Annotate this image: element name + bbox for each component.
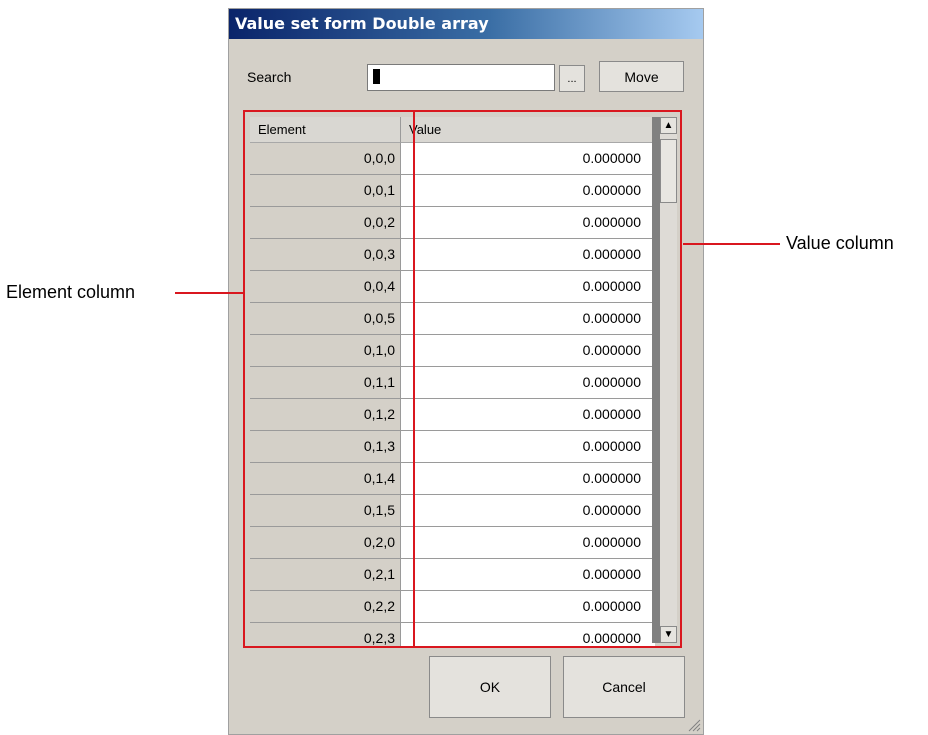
element-column-leader-line	[175, 292, 245, 294]
element-cell: 0,0,2	[250, 207, 400, 239]
table-row[interactable]: 0,2,3 0.000000	[250, 623, 655, 646]
element-cell: 0,2,1	[250, 559, 400, 591]
element-column-highlight	[413, 112, 415, 646]
vertical-scrollbar[interactable]: ▲ ▼	[652, 117, 677, 643]
table-row[interactable]: 0,2,0 0.000000	[250, 527, 655, 559]
value-column-callout: Value column	[786, 233, 894, 253]
search-label: Search	[247, 69, 292, 85]
ok-button[interactable]: OK	[429, 656, 551, 718]
move-button[interactable]: Move	[599, 61, 684, 92]
scroll-up-arrow-icon[interactable]: ▲	[660, 117, 677, 134]
element-cell: 0,1,4	[250, 463, 400, 495]
table-row[interactable]: 0,1,2 0.000000	[250, 399, 655, 431]
value-cell[interactable]: 0.000000	[400, 175, 655, 207]
resize-grip-icon[interactable]	[687, 718, 701, 732]
cancel-button[interactable]: Cancel	[563, 656, 685, 718]
value-cell[interactable]: 0.000000	[400, 207, 655, 239]
table-row[interactable]: 0,0,4 0.000000	[250, 271, 655, 303]
value-cell[interactable]: 0.000000	[400, 335, 655, 367]
value-grid: Element Value 0,0,0 0.000000 0,0,1 0.000000…	[243, 110, 682, 648]
element-cell: 0,1,2	[250, 399, 400, 431]
value-cell[interactable]: 0.000000	[400, 303, 655, 335]
value-cell[interactable]: 0.000000	[400, 399, 655, 431]
value-cell[interactable]: 0.000000	[400, 495, 655, 527]
browse-button[interactable]: ...	[559, 65, 585, 92]
table-row[interactable]: 0,1,3 0.000000	[250, 431, 655, 463]
element-cell: 0,1,0	[250, 335, 400, 367]
element-column-header[interactable]: Element	[250, 117, 400, 143]
table-row[interactable]: 0,0,5 0.000000	[250, 303, 655, 335]
table-row[interactable]: 0,0,1 0.000000	[250, 175, 655, 207]
scrollbar-thumb[interactable]	[660, 139, 677, 203]
table-row[interactable]: 0,0,0 0.000000	[250, 143, 655, 175]
table-row[interactable]: 0,1,4 0.000000	[250, 463, 655, 495]
value-cell[interactable]: 0.000000	[400, 431, 655, 463]
value-cell[interactable]: 0.000000	[400, 527, 655, 559]
table-row[interactable]: 0,0,3 0.000000	[250, 239, 655, 271]
element-cell: 0,0,5	[250, 303, 400, 335]
value-column-header[interactable]: Value	[400, 117, 655, 143]
value-cell[interactable]: 0.000000	[400, 271, 655, 303]
value-set-dialog: Value set form Double array Search ... M…	[228, 8, 704, 735]
element-cell: 0,0,1	[250, 175, 400, 207]
value-cell[interactable]: 0.000000	[400, 463, 655, 495]
element-cell: 0,2,3	[250, 623, 400, 646]
element-cell: 0,0,0	[250, 143, 400, 175]
dialog-title: Value set form Double array	[235, 14, 489, 33]
table-row[interactable]: 0,2,2 0.000000	[250, 591, 655, 623]
element-column-callout: Element column	[6, 282, 136, 302]
value-column-leader-line	[683, 243, 780, 245]
value-cell[interactable]: 0.000000	[400, 239, 655, 271]
value-cell[interactable]: 0.000000	[400, 559, 655, 591]
value-cell[interactable]: 0.000000	[400, 367, 655, 399]
element-cell: 0,2,2	[250, 591, 400, 623]
table-row[interactable]: 0,2,1 0.000000	[250, 559, 655, 591]
value-cell[interactable]: 0.000000	[400, 591, 655, 623]
element-cell: 0,1,3	[250, 431, 400, 463]
value-cell[interactable]: 0.000000	[400, 143, 655, 175]
value-cell[interactable]: 0.000000	[400, 623, 655, 646]
element-cell: 0,1,5	[250, 495, 400, 527]
table-row[interactable]: 0,1,0 0.000000	[250, 335, 655, 367]
text-caret	[373, 69, 380, 84]
table-row[interactable]: 0,0,2 0.000000	[250, 207, 655, 239]
element-cell: 0,0,4	[250, 271, 400, 303]
search-input[interactable]	[367, 64, 555, 91]
table-row[interactable]: 0,1,5 0.000000	[250, 495, 655, 527]
title-bar[interactable]: Value set form Double array	[229, 9, 703, 39]
element-cell: 0,2,0	[250, 527, 400, 559]
scroll-down-arrow-icon[interactable]: ▼	[660, 626, 677, 643]
scrollbar-shadow	[652, 117, 660, 643]
element-cell: 0,0,3	[250, 239, 400, 271]
element-cell: 0,1,1	[250, 367, 400, 399]
table-row[interactable]: 0,1,1 0.000000	[250, 367, 655, 399]
